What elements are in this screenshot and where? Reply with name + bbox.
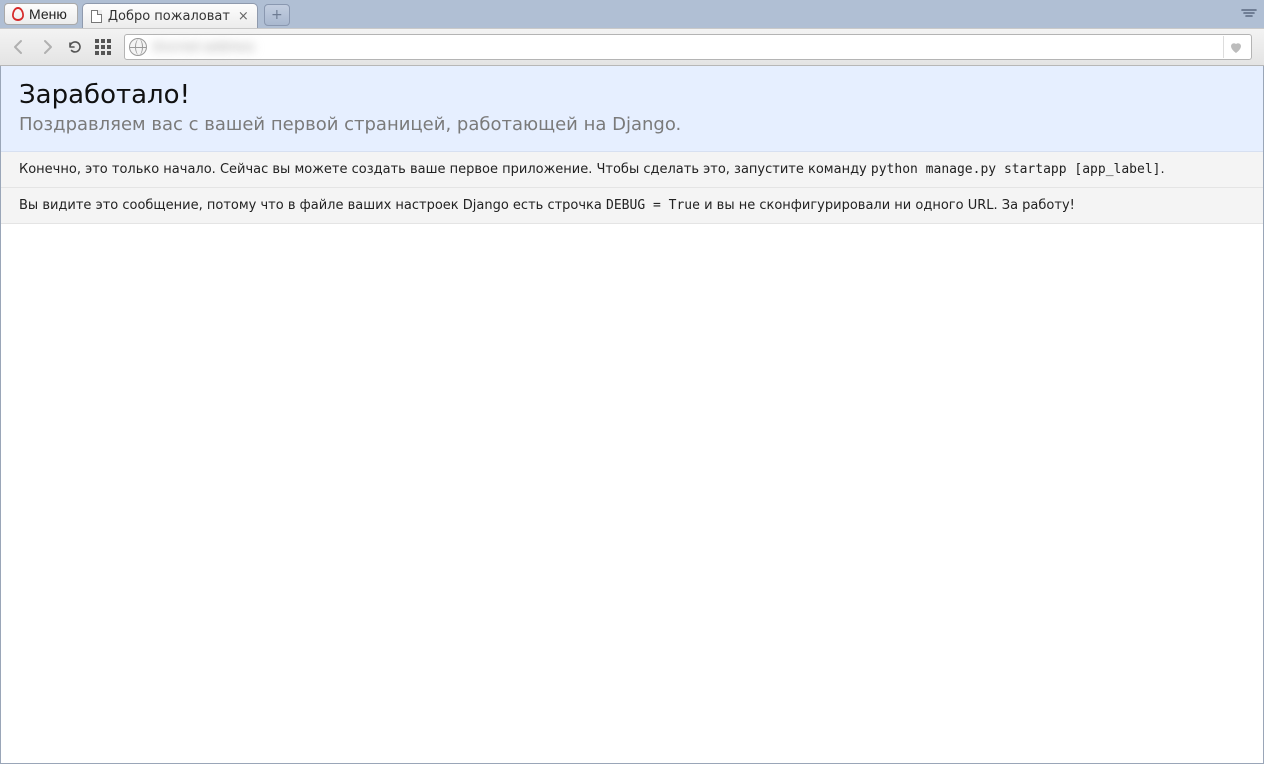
speed-dial-icon (95, 39, 111, 55)
close-icon[interactable]: × (236, 9, 251, 24)
new-tab-button[interactable]: + (264, 4, 290, 26)
debug-text-post: и вы не сконфигурировали ни одного URL. … (700, 198, 1075, 213)
nav-toolbar: blurred address (0, 28, 1264, 66)
url-text: blurred address (153, 40, 1219, 55)
page-subtitle: Поздравляем вас с вашей первой страницей… (19, 114, 1245, 135)
page-title: Заработало! (19, 80, 1245, 110)
tab-title: Добро пожаловат (108, 9, 230, 24)
debug-note-row: Вы видите это сообщение, потому что в фа… (1, 188, 1263, 224)
instructions-text-pre: Конечно, это только начало. Сейчас вы мо… (19, 162, 871, 177)
tab-strip: Меню Добро пожаловат × + (0, 0, 1264, 28)
menu-label: Меню (29, 6, 67, 22)
opera-logo-icon (12, 7, 24, 21)
debug-setting-code: DEBUG = True (606, 198, 700, 213)
reload-button[interactable] (64, 36, 86, 58)
browser-chrome: Меню Добро пожаловат × + (0, 0, 1264, 66)
browser-tab[interactable]: Добро пожаловат × (82, 3, 258, 28)
speed-dial-button[interactable] (92, 36, 114, 58)
bookmark-button[interactable] (1223, 36, 1247, 58)
page-viewport: Заработало! Поздравляем вас с вашей перв… (0, 66, 1264, 764)
menu-button[interactable]: Меню (4, 3, 78, 25)
panel-toggle-button[interactable] (1238, 3, 1260, 25)
instructions-text-post: . (1160, 162, 1164, 177)
globe-icon (129, 38, 147, 56)
document-icon (91, 10, 102, 23)
debug-text-pre: Вы видите это сообщение, потому что в фа… (19, 198, 606, 213)
instructions-row: Конечно, это только начало. Сейчас вы мо… (1, 152, 1263, 188)
address-bar[interactable]: blurred address (124, 34, 1252, 60)
startapp-command-code: python manage.py startapp [app_label] (871, 162, 1161, 177)
django-welcome-header: Заработало! Поздравляем вас с вашей перв… (1, 66, 1263, 152)
forward-button[interactable] (36, 36, 58, 58)
back-button[interactable] (8, 36, 30, 58)
